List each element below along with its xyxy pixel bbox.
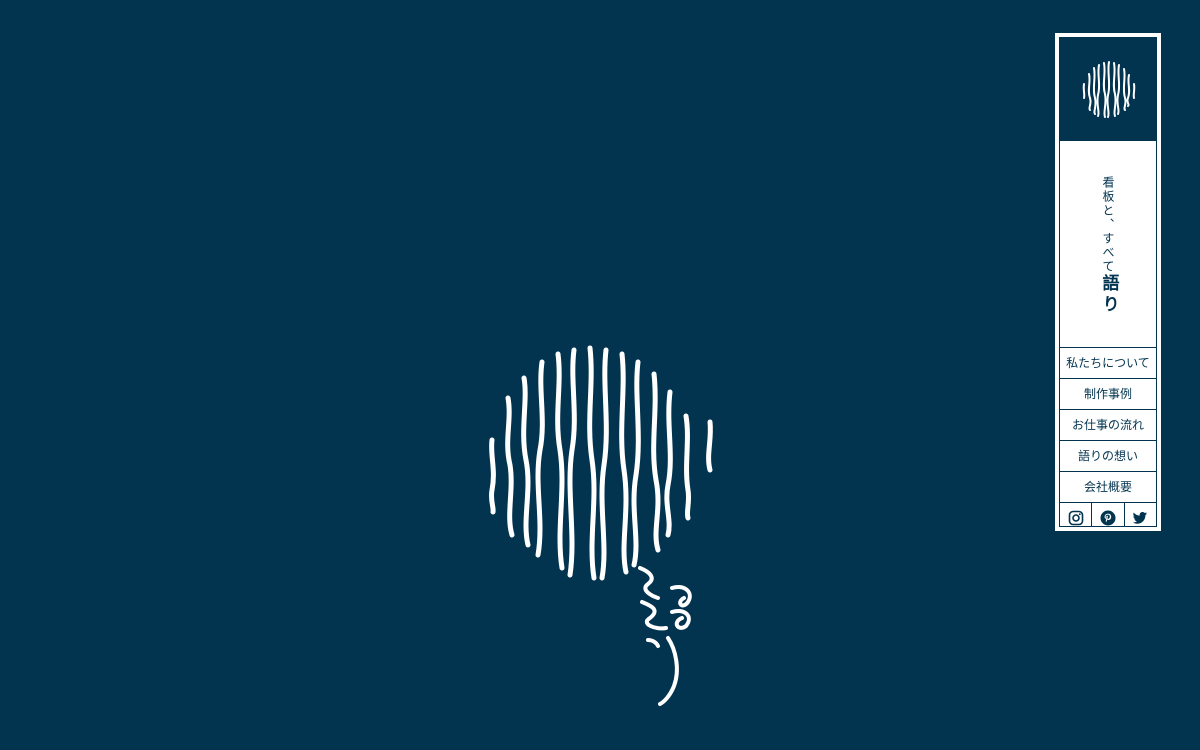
tagline-brand: 語り — [1098, 274, 1119, 316]
twitter-link[interactable] — [1125, 503, 1156, 526]
twitter-icon — [1133, 511, 1148, 524]
hero-logo — [480, 340, 730, 710]
brand-logo-icon — [1082, 61, 1136, 118]
side-nav-inner: 看板と、すべて 語り 私たちについて 制作事例 お仕事の流れ 語りの想い 会社概… — [1059, 37, 1157, 527]
nav-item-about[interactable]: 私たちについて — [1060, 348, 1156, 379]
nav-item-company[interactable]: 会社概要 — [1060, 472, 1156, 503]
pinterest-link[interactable] — [1092, 503, 1125, 526]
nav-item-workflow[interactable]: お仕事の流れ — [1060, 410, 1156, 441]
nav-item-works[interactable]: 制作事例 — [1060, 379, 1156, 410]
page: 看板と、すべて 語り 私たちについて 制作事例 お仕事の流れ 語りの想い 会社概… — [0, 0, 1200, 750]
social-links — [1060, 503, 1156, 526]
instagram-link[interactable] — [1060, 503, 1093, 526]
nav-item-philosophy[interactable]: 語りの想い — [1060, 441, 1156, 472]
tagline-block: 看板と、すべて 語り — [1060, 142, 1156, 348]
instagram-icon — [1068, 510, 1083, 525]
tagline-text: 看板と、すべて — [1101, 176, 1115, 274]
side-nav-panel: 看板と、すべて 語り 私たちについて 制作事例 お仕事の流れ 語りの想い 会社概… — [1055, 33, 1161, 531]
brand-logo[interactable] — [1060, 38, 1156, 141]
nav-menu: 私たちについて 制作事例 お仕事の流れ 語りの想い 会社概要 — [1060, 348, 1156, 503]
pinterest-icon — [1100, 510, 1116, 525]
hero-logo-mark — [488, 345, 713, 706]
